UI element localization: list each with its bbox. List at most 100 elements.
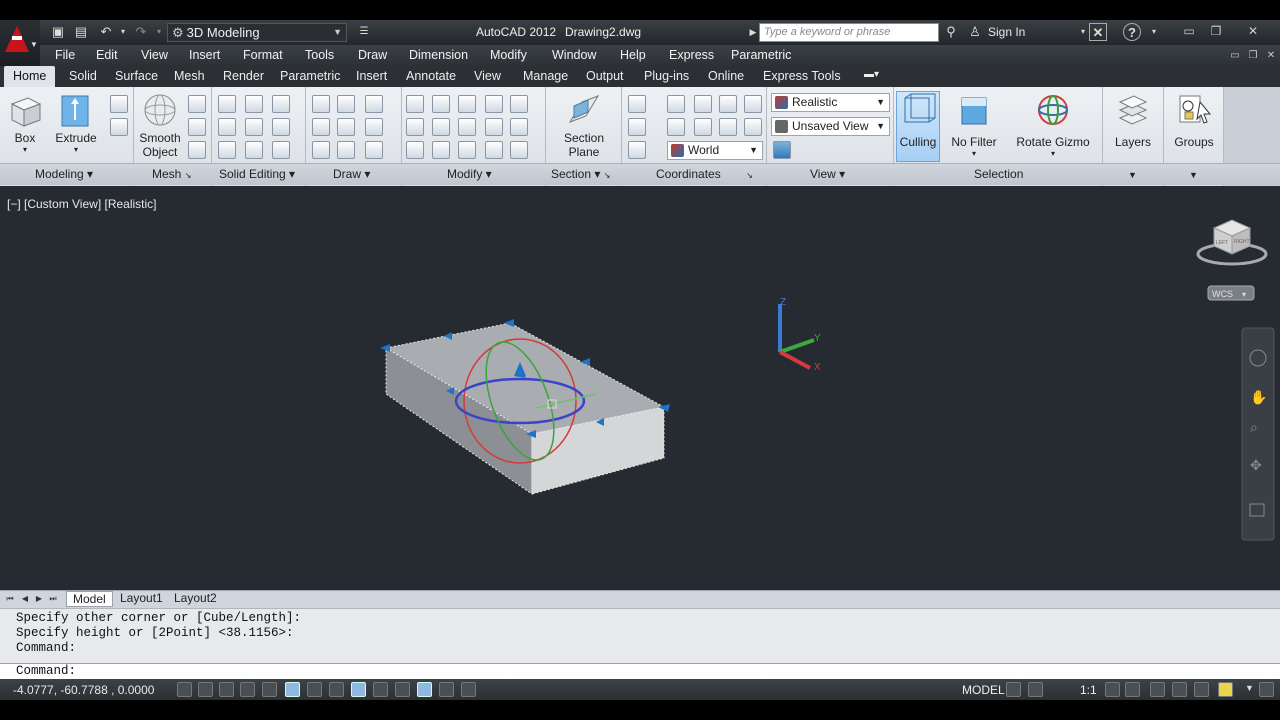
lock-icon[interactable] bbox=[1172, 682, 1187, 697]
help-icon[interactable]: ? bbox=[1123, 23, 1141, 41]
union-icon[interactable] bbox=[218, 95, 236, 113]
restore-icon[interactable]: ❐ bbox=[1203, 22, 1229, 40]
section-plane-button[interactable]: Section Plane bbox=[560, 92, 608, 162]
next-layout-icon[interactable]: ▶ bbox=[33, 592, 45, 605]
ribbon-minimize-icon[interactable]: ▬▾ bbox=[864, 69, 879, 80]
ucs-view-icon[interactable] bbox=[744, 95, 762, 113]
lineweight-icon[interactable] bbox=[395, 682, 410, 697]
ortho-mode-icon[interactable] bbox=[240, 682, 255, 697]
tab-model[interactable]: Model bbox=[66, 591, 113, 607]
arc-icon[interactable] bbox=[365, 95, 383, 113]
tab-home[interactable]: Home bbox=[4, 66, 56, 87]
trim-icon[interactable] bbox=[510, 95, 528, 113]
command-line-input[interactable] bbox=[0, 663, 1280, 679]
close-icon[interactable]: ✕ bbox=[1240, 22, 1266, 40]
exchange-icon[interactable]: ✕ bbox=[1089, 23, 1107, 41]
3d-move-icon[interactable] bbox=[458, 95, 476, 113]
application-menu-button[interactable]: ▼ bbox=[0, 20, 40, 66]
menu-insert[interactable]: Insert bbox=[189, 48, 220, 62]
panel-view[interactable]: View ▾ bbox=[810, 167, 845, 181]
groups-button[interactable]: Groups bbox=[1168, 92, 1220, 162]
panel-solid-editing[interactable]: Solid Editing ▾ bbox=[219, 167, 295, 181]
culling-button[interactable]: Culling bbox=[896, 91, 940, 162]
viewport-controls-label[interactable]: [−] [Custom View] [Realistic] bbox=[7, 197, 157, 211]
panel-selection[interactable]: Selection bbox=[974, 167, 1023, 181]
array-icon[interactable] bbox=[510, 141, 528, 159]
workspace-switching-icon[interactable] bbox=[1150, 682, 1165, 697]
rotate-icon[interactable] bbox=[458, 118, 476, 136]
panel-mesh[interactable]: Mesh ↘ bbox=[152, 167, 191, 181]
doc-close-icon[interactable]: ✕ bbox=[1258, 47, 1280, 65]
save-as-icon[interactable]: ▤ bbox=[72, 23, 90, 41]
last-layout-icon[interactable]: ⏭ bbox=[47, 592, 59, 605]
tab-insert[interactable]: Insert bbox=[356, 69, 387, 83]
viewport-config-icon[interactable] bbox=[773, 141, 791, 159]
refine-mesh-icon[interactable] bbox=[188, 141, 206, 159]
tab-layout1[interactable]: Layout1 bbox=[114, 591, 169, 607]
first-layout-icon[interactable]: ⏮ bbox=[4, 592, 16, 605]
redo-icon[interactable]: ↷ bbox=[132, 23, 150, 41]
offset-icon[interactable] bbox=[458, 141, 476, 159]
customize-qat-icon[interactable]: ☰ bbox=[355, 23, 373, 41]
prev-layout-icon[interactable]: ◀ bbox=[19, 592, 31, 605]
3d-box-solid[interactable] bbox=[384, 322, 666, 495]
search-input[interactable]: Type a keyword or phrase bbox=[759, 23, 939, 42]
redo-dropdown-icon[interactable]: ▾ bbox=[150, 23, 168, 41]
quick-properties-icon[interactable] bbox=[439, 682, 454, 697]
polygon-icon[interactable] bbox=[312, 141, 330, 159]
rectangle-icon[interactable] bbox=[337, 141, 355, 159]
panel-modify[interactable]: Modify ▾ bbox=[447, 167, 492, 181]
polar-tracking-icon[interactable] bbox=[262, 682, 277, 697]
object-snap-icon[interactable] bbox=[285, 682, 300, 697]
tab-layout2[interactable]: Layout2 bbox=[168, 591, 223, 607]
extrude-button[interactable]: Extrude ▾ bbox=[54, 92, 98, 162]
status-menu-icon[interactable]: ▼ bbox=[1245, 683, 1254, 693]
infer-constraints-icon[interactable] bbox=[177, 682, 192, 697]
box-button[interactable]: Box ▾ bbox=[6, 92, 44, 162]
ucs-object-icon[interactable] bbox=[628, 141, 646, 159]
panel-draw[interactable]: Draw ▾ bbox=[333, 167, 370, 181]
annotation-visibility-icon[interactable] bbox=[1105, 682, 1120, 697]
spline-icon[interactable] bbox=[312, 118, 330, 136]
tab-plugins[interactable]: Plug-ins bbox=[644, 69, 689, 83]
sign-in-button[interactable]: Sign In bbox=[988, 25, 1025, 39]
save-icon[interactable]: ▣ bbox=[49, 23, 67, 41]
extrude-faces-icon[interactable] bbox=[272, 118, 290, 136]
navigation-bar[interactable]: ✋ ⌕ ✥ bbox=[1241, 327, 1275, 541]
tab-output[interactable]: Output bbox=[586, 69, 624, 83]
help-dropdown-icon[interactable]: ▾ bbox=[1145, 23, 1163, 41]
ucs-3point-icon[interactable] bbox=[719, 95, 737, 113]
thicken-icon[interactable] bbox=[245, 141, 263, 159]
groups-expand-icon[interactable]: ▼ bbox=[1189, 170, 1198, 180]
clean-screen-icon[interactable] bbox=[1259, 682, 1274, 697]
subtract-icon[interactable] bbox=[218, 118, 236, 136]
ellipse-icon[interactable] bbox=[365, 141, 383, 159]
line-icon[interactable] bbox=[337, 118, 355, 136]
tab-solid[interactable]: Solid bbox=[69, 69, 97, 83]
tab-mesh[interactable]: Mesh bbox=[174, 69, 205, 83]
ucs-previous-icon[interactable] bbox=[667, 118, 685, 136]
intersect-icon[interactable] bbox=[218, 141, 236, 159]
smooth-object-button[interactable]: Smooth Object bbox=[138, 92, 182, 162]
3d-object-snap-icon[interactable] bbox=[307, 682, 322, 697]
fillet-edge-icon[interactable] bbox=[406, 95, 424, 113]
tab-online[interactable]: Online bbox=[708, 69, 744, 83]
menu-view[interactable]: View bbox=[141, 48, 168, 62]
stretch-icon[interactable] bbox=[485, 141, 503, 159]
layers-button[interactable]: Layers bbox=[1108, 92, 1158, 162]
tab-surface[interactable]: Surface bbox=[115, 69, 158, 83]
ucs-origin-icon[interactable] bbox=[694, 95, 712, 113]
mesh-smooth-more-icon[interactable] bbox=[188, 95, 206, 113]
3d-rotate-icon[interactable] bbox=[432, 95, 450, 113]
ucs-named-icon[interactable] bbox=[667, 95, 685, 113]
ucs-select[interactable]: World ▼ bbox=[667, 141, 763, 160]
quick-view-drawings-icon[interactable] bbox=[1028, 682, 1043, 697]
no-filter-button[interactable]: No Filter ▾ bbox=[946, 92, 1002, 162]
tab-express-tools[interactable]: Express Tools bbox=[763, 69, 841, 83]
rotate-gizmo-button[interactable]: Rotate Gizmo ▾ bbox=[1012, 92, 1094, 162]
model-space-toggle[interactable]: MODEL bbox=[962, 683, 1005, 697]
helix-icon[interactable] bbox=[337, 95, 355, 113]
ucs-icon[interactable] bbox=[628, 95, 646, 113]
dynamic-input-icon[interactable] bbox=[373, 682, 388, 697]
grid-display-icon[interactable] bbox=[219, 682, 234, 697]
